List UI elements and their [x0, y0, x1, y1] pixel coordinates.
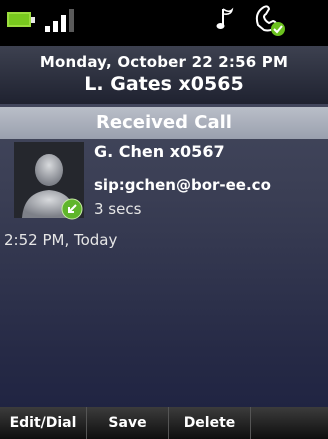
message-waiting-icon — [255, 5, 285, 36]
battery-tip — [31, 17, 35, 23]
header: Monday, October 22 2:56 PM L. Gates x056… — [0, 46, 328, 104]
phone-screen: Monday, October 22 2:56 PM L. Gates x056… — [0, 0, 328, 439]
status-bar — [0, 0, 328, 46]
call-timestamp: 2:52 PM, Today — [4, 231, 118, 249]
received-call-icon — [61, 198, 83, 220]
music-note-icon — [216, 7, 234, 29]
signal-strength-icon — [45, 8, 85, 32]
edit-dial-button[interactable]: Edit/Dial — [0, 407, 87, 439]
page-title: Received Call — [0, 107, 328, 139]
battery-icon — [7, 12, 31, 27]
caller-sip-address: sip:gchen@bor-ee.co — [94, 176, 271, 194]
save-button[interactable]: Save — [87, 407, 169, 439]
softkey-empty[interactable] — [251, 407, 328, 439]
header-datetime: Monday, October 22 2:56 PM — [39, 53, 289, 71]
delete-button[interactable]: Delete — [169, 407, 251, 439]
caller-name: G. Chen x0567 — [94, 142, 225, 161]
call-duration: 3 secs — [94, 200, 142, 218]
softkey-bar: Edit/Dial Save Delete — [0, 407, 328, 439]
line-label: L. Gates x0565 — [84, 73, 244, 95]
